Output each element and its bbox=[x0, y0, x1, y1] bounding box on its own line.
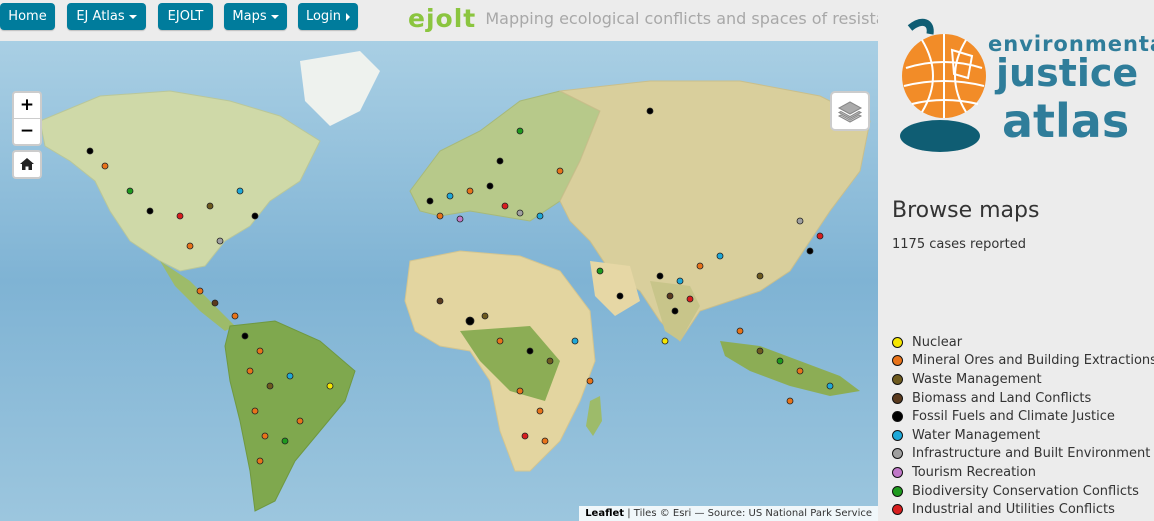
legend-label: Biomass and Land Conflicts bbox=[912, 390, 1092, 406]
maps-menu-button[interactable]: Maps bbox=[224, 3, 287, 30]
home-button[interactable]: Home bbox=[0, 3, 55, 30]
logo-atlas: atlas bbox=[1002, 94, 1130, 148]
login-label: Login bbox=[305, 9, 342, 24]
legend-label: Waste Management bbox=[912, 371, 1042, 387]
cases-count: 1175 cases reported bbox=[892, 237, 1026, 252]
legend-swatch bbox=[892, 466, 903, 478]
legend-swatch bbox=[892, 392, 903, 404]
legend-swatch bbox=[892, 355, 903, 367]
chevron-down-icon bbox=[128, 14, 137, 19]
legend-item-tourism[interactable]: Tourism Recreation bbox=[892, 463, 1154, 482]
ejolt-button[interactable]: EJOLT bbox=[158, 3, 213, 30]
legend-label: Tourism Recreation bbox=[912, 464, 1036, 480]
browse-maps-title: Browse maps bbox=[892, 198, 1040, 223]
layers-icon bbox=[837, 101, 863, 123]
login-button[interactable]: Login bbox=[298, 3, 358, 30]
legend-item-biomass-land[interactable]: Biomass and Land Conflicts bbox=[892, 389, 1154, 408]
legend-swatch bbox=[892, 336, 903, 348]
legend-swatch bbox=[892, 373, 903, 385]
leaflet-link[interactable]: Leaflet bbox=[585, 508, 624, 519]
legend-label: Mineral Ores and Building Extractions bbox=[912, 353, 1154, 369]
legend-label: Water Management bbox=[912, 427, 1041, 443]
legend-swatch bbox=[892, 485, 903, 497]
attribution-text: | Tiles © Esri — Source: US National Par… bbox=[624, 508, 872, 519]
ej-atlas-logo[interactable]: environmental justice atlas bbox=[892, 16, 1154, 156]
home-label: Home bbox=[8, 9, 47, 24]
map-attribution: Leaflet | Tiles © Esri — Source: US Nati… bbox=[579, 506, 878, 521]
legend-item-waste-management[interactable]: Waste Management bbox=[892, 370, 1154, 389]
zoom-in-button[interactable]: + bbox=[14, 93, 40, 118]
chevron-right-icon bbox=[346, 12, 351, 21]
legend-item-nuclear[interactable]: Nuclear bbox=[892, 333, 1154, 352]
world-map[interactable]: + − Leaflet | Tiles © Esri — Source: US … bbox=[0, 41, 878, 521]
globe-icon bbox=[900, 18, 986, 152]
legend-label: Infrastructure and Built Environment bbox=[912, 446, 1151, 462]
legend-label: Biodiversity Conservation Conflicts bbox=[912, 483, 1139, 499]
legend-label: Fossil Fuels and Climate Justice bbox=[912, 409, 1115, 425]
map-tiles bbox=[0, 41, 878, 521]
legend-item-industrial[interactable]: Industrial and Utilities Conflicts bbox=[892, 500, 1154, 519]
side-panel: environmental justice atlas Browse maps … bbox=[878, 0, 1154, 521]
legend: Nuclear Mineral Ores and Building Extrac… bbox=[892, 333, 1154, 519]
legend-item-biodiversity[interactable]: Biodiversity Conservation Conflicts bbox=[892, 482, 1154, 501]
chevron-down-icon bbox=[270, 14, 279, 19]
legend-swatch bbox=[892, 429, 903, 441]
ejolt-brand[interactable]: ejolt Mapping ecological conflicts and s… bbox=[408, 4, 915, 33]
home-icon bbox=[20, 158, 34, 170]
legend-item-fossil-fuels[interactable]: Fossil Fuels and Climate Justice bbox=[892, 407, 1154, 426]
top-nav: Home EJ Atlas EJOLT Maps Login ejolt Map… bbox=[0, 0, 914, 41]
ejolt-logo: ejolt bbox=[408, 4, 477, 33]
legend-item-water-management[interactable]: Water Management bbox=[892, 426, 1154, 445]
layers-toggle-button[interactable] bbox=[830, 91, 870, 131]
legend-item-infrastructure[interactable]: Infrastructure and Built Environment bbox=[892, 445, 1154, 464]
logo-justice: justice bbox=[996, 51, 1139, 95]
legend-swatch bbox=[892, 448, 903, 460]
home-view-button[interactable] bbox=[12, 150, 42, 179]
ej-atlas-menu-button[interactable]: EJ Atlas bbox=[67, 3, 146, 30]
zoom-control: + − bbox=[12, 91, 42, 146]
legend-swatch bbox=[892, 504, 903, 516]
legend-item-mineral-ores[interactable]: Mineral Ores and Building Extractions bbox=[892, 352, 1154, 371]
legend-label: Nuclear bbox=[912, 334, 963, 350]
legend-swatch bbox=[892, 411, 903, 423]
brand-tagline: Mapping ecological conflicts and spaces … bbox=[485, 9, 915, 28]
legend-label: Industrial and Utilities Conflicts bbox=[912, 502, 1115, 518]
zoom-out-button[interactable]: − bbox=[14, 118, 40, 144]
maps-label: Maps bbox=[232, 9, 267, 24]
ej-atlas-label: EJ Atlas bbox=[76, 9, 125, 24]
ejolt-label: EJOLT bbox=[167, 9, 204, 24]
